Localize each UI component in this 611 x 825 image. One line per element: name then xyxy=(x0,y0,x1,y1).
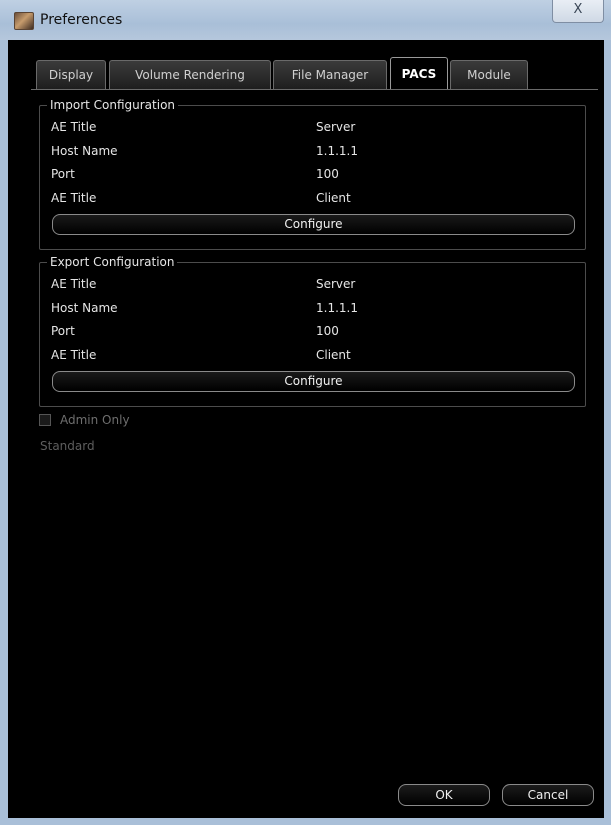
tab-divider xyxy=(31,89,598,90)
tab-pacs[interactable]: PACS xyxy=(390,57,448,90)
export-port-value: 100 xyxy=(316,324,339,338)
ok-button[interactable]: OK xyxy=(398,784,490,806)
tab-file-manager[interactable]: File Manager xyxy=(273,60,387,89)
title-bar[interactable]: Preferences X xyxy=(0,0,611,40)
import-configure-button[interactable]: Configure xyxy=(52,214,575,235)
export-client-ae-title-label: AE Title xyxy=(51,348,97,362)
admin-only-label: Admin Only xyxy=(60,413,130,427)
tab-volume-rendering[interactable]: Volume Rendering xyxy=(109,60,271,89)
import-client-ae-title-value: Client xyxy=(316,191,351,205)
export-ae-title-label: AE Title xyxy=(51,277,97,291)
export-host-name-value: 1.1.1.1 xyxy=(316,301,358,315)
export-host-name-label: Host Name xyxy=(51,301,118,315)
close-button[interactable]: X xyxy=(552,0,604,23)
export-configuration-legend: Export Configuration xyxy=(47,254,178,270)
import-host-name-value: 1.1.1.1 xyxy=(316,144,358,158)
import-ae-title-label: AE Title xyxy=(51,120,97,134)
export-port-label: Port xyxy=(51,324,75,338)
admin-only-checkbox[interactable] xyxy=(39,414,51,426)
tab-display[interactable]: Display xyxy=(36,60,106,89)
import-client-ae-title-label: AE Title xyxy=(51,191,97,205)
tab-module[interactable]: Module xyxy=(450,60,528,89)
window-frame-bottom xyxy=(0,818,611,825)
close-icon: X xyxy=(573,2,583,17)
mode-status-text: Standard xyxy=(40,439,95,453)
window-title: Preferences xyxy=(40,12,123,28)
import-port-value: 100 xyxy=(316,167,339,181)
preferences-panel: Display Volume Rendering File Manager PA… xyxy=(8,40,604,818)
window-frame-left xyxy=(0,40,8,825)
export-configure-button[interactable]: Configure xyxy=(52,371,575,392)
app-icon xyxy=(14,12,34,30)
cancel-button[interactable]: Cancel xyxy=(502,784,594,806)
export-client-ae-title-value: Client xyxy=(316,348,351,362)
import-configuration-legend: Import Configuration xyxy=(47,97,179,113)
window-frame-right xyxy=(604,40,611,825)
import-host-name-label: Host Name xyxy=(51,144,118,158)
import-configuration-group: Import Configuration AE Title Server Hos… xyxy=(39,97,586,250)
import-port-label: Port xyxy=(51,167,75,181)
export-configuration-group: Export Configuration AE Title Server Hos… xyxy=(39,254,586,407)
import-ae-title-value: Server xyxy=(316,120,356,134)
export-ae-title-value: Server xyxy=(316,277,356,291)
